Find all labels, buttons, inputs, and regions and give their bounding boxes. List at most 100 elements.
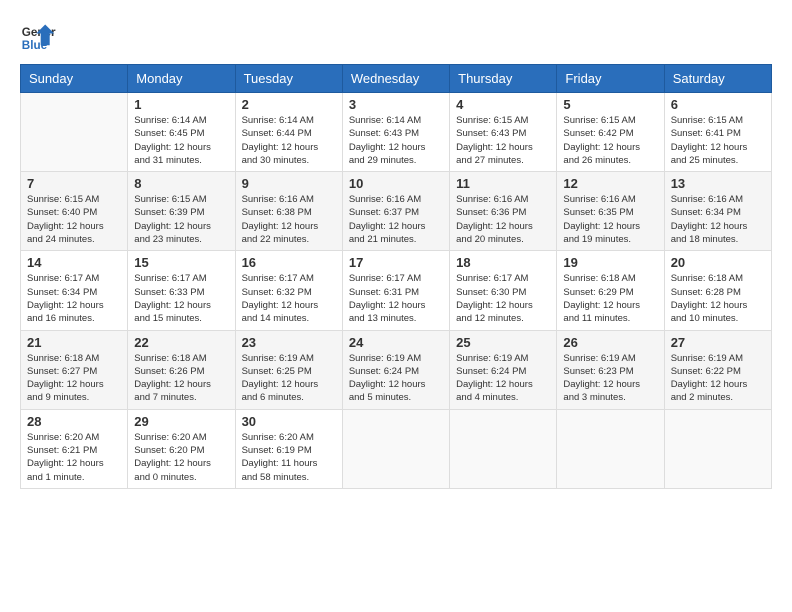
day-number: 8 (134, 176, 228, 191)
weekday-header: Monday (128, 65, 235, 93)
day-number: 3 (349, 97, 443, 112)
calendar-day-cell: 2 Sunrise: 6:14 AM Sunset: 6:44 PM Daylig… (235, 93, 342, 172)
calendar-day-cell: 16 Sunrise: 6:17 AM Sunset: 6:32 PM Dayli… (235, 251, 342, 330)
day-info: Sunrise: 6:20 AM Sunset: 6:21 PM Dayligh… (27, 431, 121, 484)
calendar-day-cell: 9 Sunrise: 6:16 AM Sunset: 6:38 PM Daylig… (235, 172, 342, 251)
calendar-week-row: 28 Sunrise: 6:20 AM Sunset: 6:21 PM Dayli… (21, 409, 772, 488)
day-number: 18 (456, 255, 550, 270)
calendar-day-cell: 7 Sunrise: 6:15 AM Sunset: 6:40 PM Daylig… (21, 172, 128, 251)
logo-icon: General Blue (20, 20, 56, 56)
day-number: 12 (563, 176, 657, 191)
day-info: Sunrise: 6:20 AM Sunset: 6:19 PM Dayligh… (242, 431, 336, 484)
day-info: Sunrise: 6:18 AM Sunset: 6:26 PM Dayligh… (134, 352, 228, 405)
day-number: 13 (671, 176, 765, 191)
calendar-day-cell: 21 Sunrise: 6:18 AM Sunset: 6:27 PM Dayli… (21, 330, 128, 409)
calendar-day-cell: 20 Sunrise: 6:18 AM Sunset: 6:28 PM Dayli… (664, 251, 771, 330)
day-number: 25 (456, 335, 550, 350)
calendar-week-row: 7 Sunrise: 6:15 AM Sunset: 6:40 PM Daylig… (21, 172, 772, 251)
day-info: Sunrise: 6:18 AM Sunset: 6:27 PM Dayligh… (27, 352, 121, 405)
day-number: 19 (563, 255, 657, 270)
day-info: Sunrise: 6:19 AM Sunset: 6:23 PM Dayligh… (563, 352, 657, 405)
day-info: Sunrise: 6:17 AM Sunset: 6:34 PM Dayligh… (27, 272, 121, 325)
calendar-week-row: 1 Sunrise: 6:14 AM Sunset: 6:45 PM Daylig… (21, 93, 772, 172)
calendar-day-cell: 12 Sunrise: 6:16 AM Sunset: 6:35 PM Dayli… (557, 172, 664, 251)
day-info: Sunrise: 6:15 AM Sunset: 6:40 PM Dayligh… (27, 193, 121, 246)
calendar-day-cell: 3Sunrise: 6:14 AM Sunset: 6:43 PM Daylig… (342, 93, 449, 172)
day-number: 4 (456, 97, 550, 112)
weekday-header: Thursday (450, 65, 557, 93)
day-info: Sunrise: 6:17 AM Sunset: 6:30 PM Dayligh… (456, 272, 550, 325)
day-info: Sunrise: 6:20 AM Sunset: 6:20 PM Dayligh… (134, 431, 228, 484)
day-number: 17 (349, 255, 443, 270)
calendar-day-cell: 30 Sunrise: 6:20 AM Sunset: 6:19 PM Dayli… (235, 409, 342, 488)
day-info: Sunrise: 6:19 AM Sunset: 6:24 PM Dayligh… (349, 352, 443, 405)
day-info: Sunrise: 6:17 AM Sunset: 6:32 PM Dayligh… (242, 272, 336, 325)
day-info: Sunrise: 6:16 AM Sunset: 6:35 PM Dayligh… (563, 193, 657, 246)
day-number: 16 (242, 255, 336, 270)
weekday-header: Wednesday (342, 65, 449, 93)
calendar-day-cell: 18 Sunrise: 6:17 AM Sunset: 6:30 PM Dayli… (450, 251, 557, 330)
calendar-day-cell: 23 Sunrise: 6:19 AM Sunset: 6:25 PM Dayli… (235, 330, 342, 409)
calendar-day-cell: 4 Sunrise: 6:15 AM Sunset: 6:43 PM Daylig… (450, 93, 557, 172)
day-number: 1 (134, 97, 228, 112)
calendar-day-cell: 15Sunrise: 6:17 AM Sunset: 6:33 PM Dayli… (128, 251, 235, 330)
calendar-day-cell: 22 Sunrise: 6:18 AM Sunset: 6:26 PM Dayli… (128, 330, 235, 409)
weekday-header: Saturday (664, 65, 771, 93)
calendar-week-row: 21 Sunrise: 6:18 AM Sunset: 6:27 PM Dayli… (21, 330, 772, 409)
day-info: Sunrise: 6:15 AM Sunset: 6:43 PM Dayligh… (456, 114, 550, 167)
day-info: Sunrise: 6:16 AM Sunset: 6:37 PM Dayligh… (349, 193, 443, 246)
day-info: Sunrise: 6:18 AM Sunset: 6:29 PM Dayligh… (563, 272, 657, 325)
day-number: 2 (242, 97, 336, 112)
day-number: 7 (27, 176, 121, 191)
day-info: Sunrise: 6:15 AM Sunset: 6:41 PM Dayligh… (671, 114, 765, 167)
day-number: 27 (671, 335, 765, 350)
day-info: Sunrise: 6:18 AM Sunset: 6:28 PM Dayligh… (671, 272, 765, 325)
logo: General Blue (20, 20, 56, 56)
day-number: 14 (27, 255, 121, 270)
calendar-table: SundayMondayTuesdayWednesdayThursdayFrid… (20, 64, 772, 489)
calendar-day-cell (450, 409, 557, 488)
weekday-header: Friday (557, 65, 664, 93)
calendar-day-cell: 10 Sunrise: 6:16 AM Sunset: 6:37 PM Dayli… (342, 172, 449, 251)
day-info: Sunrise: 6:19 AM Sunset: 6:24 PM Dayligh… (456, 352, 550, 405)
day-info: Sunrise: 6:15 AM Sunset: 6:42 PM Dayligh… (563, 114, 657, 167)
calendar-day-cell: 24 Sunrise: 6:19 AM Sunset: 6:24 PM Dayli… (342, 330, 449, 409)
calendar-day-cell: 13 Sunrise: 6:16 AM Sunset: 6:34 PM Dayli… (664, 172, 771, 251)
weekday-header: Tuesday (235, 65, 342, 93)
calendar-day-cell (664, 409, 771, 488)
calendar-day-cell (342, 409, 449, 488)
weekday-header: Sunday (21, 65, 128, 93)
day-number: 24 (349, 335, 443, 350)
day-number: 30 (242, 414, 336, 429)
day-number: 10 (349, 176, 443, 191)
day-info: Sunrise: 6:14 AM Sunset: 6:45 PM Dayligh… (134, 114, 228, 167)
day-info: Sunrise: 6:15 AM Sunset: 6:39 PM Dayligh… (134, 193, 228, 246)
calendar-day-cell: 29Sunrise: 6:20 AM Sunset: 6:20 PM Dayli… (128, 409, 235, 488)
day-number: 5 (563, 97, 657, 112)
day-number: 26 (563, 335, 657, 350)
calendar-day-cell: 17 Sunrise: 6:17 AM Sunset: 6:31 PM Dayli… (342, 251, 449, 330)
day-info: Sunrise: 6:19 AM Sunset: 6:25 PM Dayligh… (242, 352, 336, 405)
day-info: Sunrise: 6:14 AM Sunset: 6:44 PM Dayligh… (242, 114, 336, 167)
calendar-day-cell: 11Sunrise: 6:16 AM Sunset: 6:36 PM Dayli… (450, 172, 557, 251)
calendar-day-cell: 26 Sunrise: 6:19 AM Sunset: 6:23 PM Dayli… (557, 330, 664, 409)
day-info: Sunrise: 6:16 AM Sunset: 6:38 PM Dayligh… (242, 193, 336, 246)
calendar-day-cell: 5 Sunrise: 6:15 AM Sunset: 6:42 PM Daylig… (557, 93, 664, 172)
day-number: 22 (134, 335, 228, 350)
day-number: 21 (27, 335, 121, 350)
page-header: General Blue (20, 20, 772, 56)
day-number: 11 (456, 176, 550, 191)
calendar-day-cell (557, 409, 664, 488)
day-number: 23 (242, 335, 336, 350)
calendar-day-cell: 14 Sunrise: 6:17 AM Sunset: 6:34 PM Dayli… (21, 251, 128, 330)
calendar-day-cell (21, 93, 128, 172)
day-info: Sunrise: 6:19 AM Sunset: 6:22 PM Dayligh… (671, 352, 765, 405)
calendar-day-cell: 8 Sunrise: 6:15 AM Sunset: 6:39 PM Daylig… (128, 172, 235, 251)
day-info: Sunrise: 6:17 AM Sunset: 6:31 PM Dayligh… (349, 272, 443, 325)
day-number: 20 (671, 255, 765, 270)
calendar-day-cell: 25 Sunrise: 6:19 AM Sunset: 6:24 PM Dayli… (450, 330, 557, 409)
calendar-week-row: 14 Sunrise: 6:17 AM Sunset: 6:34 PM Dayli… (21, 251, 772, 330)
day-info: Sunrise: 6:16 AM Sunset: 6:34 PM Dayligh… (671, 193, 765, 246)
day-number: 9 (242, 176, 336, 191)
day-number: 28 (27, 414, 121, 429)
